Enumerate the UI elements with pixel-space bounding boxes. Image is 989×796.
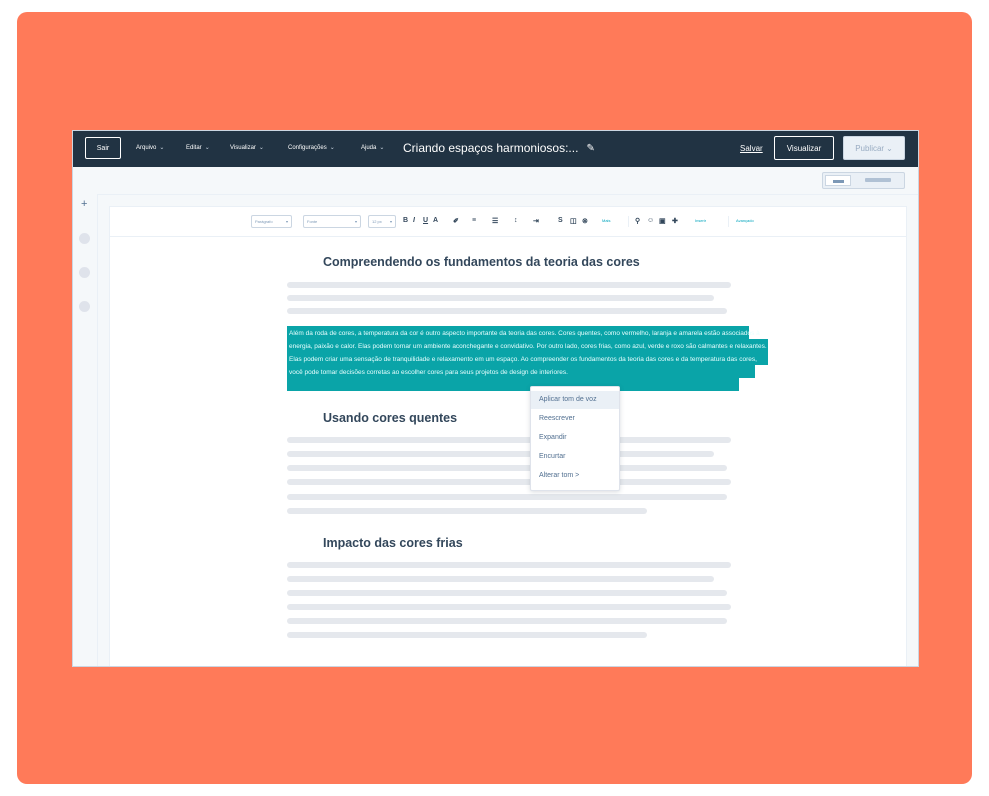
placeholder-text-line: [287, 576, 714, 582]
underline-button[interactable]: U: [423, 217, 428, 224]
menu-item-shorten[interactable]: Encurtar: [531, 448, 619, 466]
advanced-dropdown[interactable]: Avançado: [736, 218, 754, 223]
more-dropdown[interactable]: Mais: [602, 218, 610, 223]
view-bar: [73, 167, 918, 195]
menu-help[interactable]: Ajuda ⌄: [361, 144, 385, 152]
placeholder-text-line: [287, 604, 731, 610]
link-icon[interactable]: ⚲: [635, 217, 640, 225]
chevron-down-icon: ⌄: [159, 145, 165, 151]
font-value: Fonte: [307, 219, 318, 224]
menu-item-change-tone[interactable]: Alterar tom >: [531, 467, 619, 485]
text-color-icon[interactable]: A: [433, 217, 438, 224]
code-icon[interactable]: ◫: [570, 217, 577, 225]
chevron-down-icon: ⌄: [886, 143, 893, 153]
insert-dropdown[interactable]: Inserir: [695, 218, 706, 223]
menu-settings-label: Configurações: [288, 144, 327, 151]
heading-warm-colors: Usando cores quentes: [323, 411, 458, 425]
menu-item-apply-tone[interactable]: Aplicar tom de voz: [531, 391, 619, 409]
menu-file-label: Arquivo: [136, 144, 157, 151]
font-size-value: 12 px: [372, 219, 382, 224]
preview-button[interactable]: Visualizar: [774, 136, 834, 160]
menu-view[interactable]: Visualizar ⌄: [230, 144, 264, 152]
placeholder-text-line: [287, 282, 731, 288]
document-title-text: Criando espaços harmoniosos:...: [403, 141, 579, 155]
publish-button-label: Publicar: [855, 143, 885, 153]
font-size-select[interactable]: 12 px ▾: [368, 215, 396, 228]
publish-button[interactable]: Publicar ⌄: [843, 136, 905, 160]
placeholder-text-line: [287, 618, 727, 624]
selected-paragraph[interactable]: Além da roda de cores, a temperatura da …: [287, 326, 768, 393]
menu-edit[interactable]: Editar ⌄: [186, 144, 210, 152]
menu-edit-label: Editar: [186, 144, 202, 151]
menu-file[interactable]: Arquivo ⌄: [136, 144, 165, 152]
rail-circle-icon[interactable]: [79, 301, 90, 312]
bold-button[interactable]: B: [403, 217, 408, 224]
indent-icon[interactable]: ⇥: [533, 217, 539, 225]
chevron-down-icon: ⌄: [329, 145, 335, 151]
menu-item-expand[interactable]: Expandir: [531, 429, 619, 447]
placeholder-text-line: [287, 451, 714, 457]
font-select[interactable]: Fonte ▾: [303, 215, 361, 228]
ai-context-menu: Aplicar tom de voz Reescrever Expandir E…: [530, 386, 620, 491]
placeholder-text-line: [287, 562, 731, 568]
exit-button[interactable]: Sair: [85, 137, 121, 159]
placeholder-text-line: [287, 508, 647, 514]
document-title[interactable]: Criando espaços harmoniosos:... ✎: [403, 141, 595, 155]
pencil-icon[interactable]: ✎: [586, 143, 594, 154]
chevron-down-icon: ⌄: [379, 145, 385, 151]
toolbar-divider: [628, 216, 629, 227]
heading-cool-colors: Impacto das cores frias: [323, 536, 463, 550]
image-icon[interactable]: ▣: [659, 217, 666, 225]
editor-canvas[interactable]: Parágrafo ▾ Fonte ▾ 12 px ▾ B I U A ✐ ≡ ☰ ↕…: [109, 206, 907, 666]
selected-paragraph-text: Além da roda de cores, a temperatura da …: [289, 330, 767, 377]
left-rail: +: [73, 194, 98, 666]
italic-button[interactable]: I: [413, 217, 415, 224]
line-height-icon[interactable]: ↕: [514, 217, 518, 224]
chevron-down-icon: ⌄: [204, 145, 210, 151]
placeholder-text-line: [287, 437, 731, 443]
clear-format-icon[interactable]: ⊗: [582, 217, 588, 225]
mobile-view-option[interactable]: [865, 178, 891, 182]
placeholder-text-line: [287, 308, 727, 314]
view-toggle[interactable]: [822, 172, 905, 189]
align-icon[interactable]: ≡: [472, 217, 476, 224]
add-block-icon[interactable]: ✚: [672, 217, 678, 225]
placeholder-text-line: [287, 632, 647, 638]
selection-highlight: [287, 378, 739, 391]
heading-color-theory: Compreendendo os fundamentos da teoria d…: [323, 255, 640, 269]
menu-help-label: Ajuda: [361, 144, 377, 151]
strike-icon[interactable]: S: [558, 217, 563, 224]
top-bar: Sair Arquivo ⌄ Editar ⌄ Visualizar ⌄ Config…: [73, 131, 918, 167]
menu-item-rewrite[interactable]: Reescrever: [531, 410, 619, 428]
paragraph-style-value: Parágrafo: [255, 219, 273, 224]
highlighter-icon[interactable]: ✐: [453, 217, 459, 225]
paragraph-style-select[interactable]: Parágrafo ▾: [251, 215, 292, 228]
save-link[interactable]: Salvar: [740, 144, 763, 153]
desktop-view-option[interactable]: [825, 175, 851, 186]
menu-settings[interactable]: Configurações ⌄: [288, 144, 335, 152]
placeholder-text-line: [287, 465, 727, 471]
placeholder-text-line: [287, 295, 714, 301]
add-icon[interactable]: +: [81, 198, 87, 210]
formatting-toolbar: Parágrafo ▾ Fonte ▾ 12 px ▾ B I U A ✐ ≡ ☰ ↕…: [110, 207, 906, 237]
placeholder-text-line: [287, 479, 731, 485]
rail-circle-icon[interactable]: [79, 267, 90, 278]
placeholder-text-line: [287, 590, 727, 596]
emoji-icon[interactable]: ☺: [647, 217, 654, 224]
rail-circle-icon[interactable]: [79, 233, 90, 244]
chevron-down-icon: ⌄: [258, 145, 264, 151]
list-icon[interactable]: ☰: [492, 217, 498, 225]
toolbar-divider: [728, 216, 729, 227]
placeholder-text-line: [287, 494, 727, 500]
menu-view-label: Visualizar: [230, 144, 256, 151]
editor-window: Sair Arquivo ⌄ Editar ⌄ Visualizar ⌄ Config…: [72, 130, 919, 667]
